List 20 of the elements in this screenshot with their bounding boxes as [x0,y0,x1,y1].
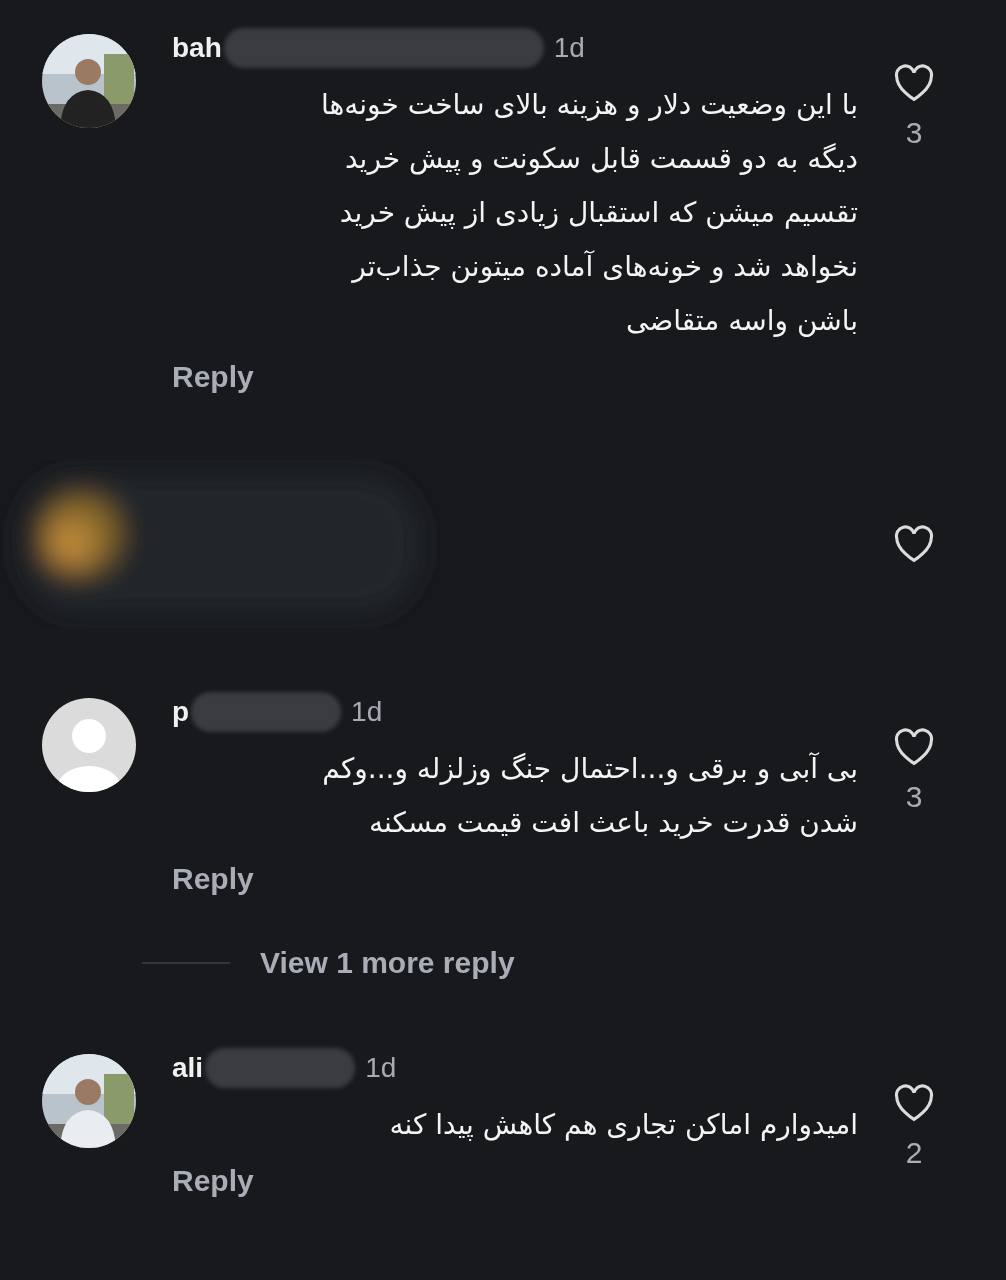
like-count: 3 [905,780,923,814]
comment-time: 1d [365,1052,397,1084]
heart-icon[interactable] [893,728,935,766]
comment-text: امیدوارم اماکن تجاری هم کاهش پیدا کنه [388,1107,858,1143]
like-count: 3 [905,116,923,150]
username[interactable]: ali [172,1052,204,1084]
like-count: 2 [905,1136,923,1170]
comment-time: 1d [553,32,585,64]
reply-button[interactable]: Reply [172,1164,254,1198]
heart-icon[interactable] [893,64,935,102]
comment-time: 1d [351,696,383,728]
reply-button[interactable]: Reply [172,360,254,394]
comment-text: با این وضعیت دلار و هزینه بالای ساخت خونه‌ها دیگه به دو قسمت قابل سکونت و پیش خرید تقسیم میشن که استقبال زیادی از پیش خرید نخواهد شد و خونه‌های آماده میتونن جذاب‌تر باشن واسه متقاضی [320,87,858,339]
username[interactable]: bah [172,32,222,64]
comment-text: بی آبی و برقی و...احتمال جنگ وزلزله و...وکم شدن قدرت خرید باعث افت قیمت مسکنه [321,751,858,841]
reply-button[interactable]: Reply [172,862,254,896]
heart-icon[interactable] [893,1084,935,1122]
username[interactable]: p [172,696,190,728]
view-replies-button[interactable]: View 1 more reply [260,946,515,980]
heart-icon[interactable] [893,525,935,563]
